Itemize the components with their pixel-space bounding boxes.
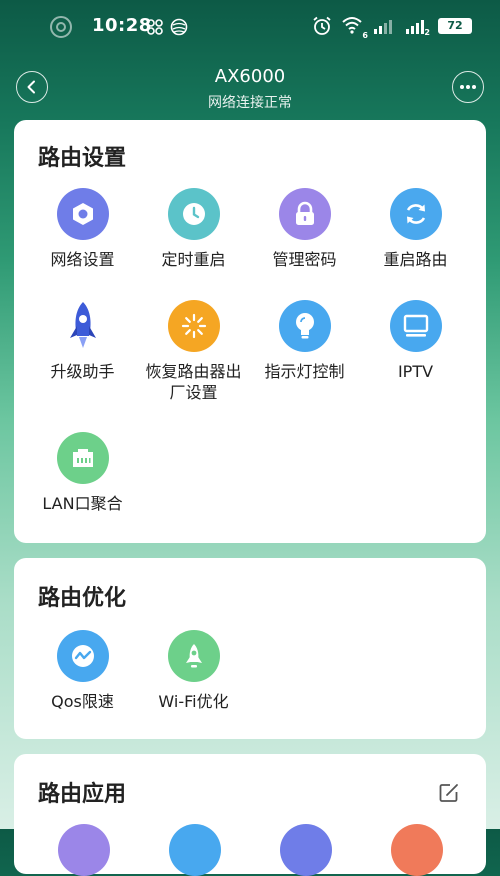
tile-label: 升级助手 [50, 362, 115, 381]
factory-reset-tile[interactable]: 恢复路由器出厂设置 [138, 300, 249, 403]
section-title: 路由设置 [38, 146, 127, 171]
speed-wave-icon [56, 630, 109, 682]
battery-indicator: 72 [438, 18, 472, 34]
more-dots-icon [460, 85, 476, 89]
carrier-globe-icon [170, 18, 188, 36]
indicator-light-tile[interactable]: 指示灯控制 [249, 300, 360, 382]
lock-icon [278, 188, 331, 240]
tile-label: 网络设置 [50, 250, 115, 269]
router-optimization-card: 路由优化 Qos限速 Wi-Fi优化 [14, 558, 486, 739]
app-icon-peek[interactable] [58, 824, 110, 876]
monitor-icon [389, 300, 442, 352]
page-title: AX6000 [214, 66, 286, 87]
bulb-icon [278, 300, 331, 352]
wifi-optimize-tile[interactable]: Wi-Fi优化 [138, 630, 249, 712]
router-settings-card: 路由设置 网络设置 定时重启 管理密码 重启路由 升级助手 恢复路由器出厂设置 … [14, 120, 486, 543]
app-icon-peek[interactable] [391, 824, 443, 876]
ethernet-port-icon [56, 432, 109, 484]
edit-icon[interactable] [438, 782, 460, 804]
tile-label: 指示灯控制 [264, 362, 345, 381]
tile-label: 重启路由 [383, 250, 448, 269]
router-apps-card: 路由应用 [14, 754, 486, 876]
sim2-badge: 2 [424, 28, 430, 37]
tile-label: IPTV [397, 362, 434, 381]
status-icons: 6 2 72 [312, 16, 472, 40]
rocket-icon [57, 300, 109, 352]
tile-label: Wi-Fi优化 [158, 692, 229, 711]
tile-label: 管理密码 [272, 250, 337, 269]
clock-icon [167, 188, 220, 240]
admin-password-tile[interactable]: 管理密码 [249, 188, 360, 270]
header-bar: AX6000 网络连接正常 [0, 56, 500, 120]
alarm-icon [313, 16, 331, 35]
wifi-badge: 6 [362, 31, 368, 40]
reboot-router-tile[interactable]: 重启路由 [360, 188, 471, 270]
status-time: 10:28 [92, 15, 152, 36]
connection-status: 网络连接正常 [208, 95, 292, 111]
hexagon-settings-icon [56, 188, 109, 240]
section-title: 路由优化 [38, 586, 127, 611]
tile-label: 定时重启 [161, 250, 226, 269]
app-icon-peek[interactable] [280, 824, 332, 876]
upgrade-assistant-tile[interactable]: 升级助手 [27, 300, 138, 382]
refresh-icon [389, 188, 442, 240]
signal-sim1-icon [374, 20, 392, 34]
iptv-tile[interactable]: IPTV [360, 300, 471, 382]
wifi-icon: 6 [342, 16, 368, 40]
tile-label: 恢复路由器出厂设置 [145, 362, 242, 402]
qos-tile[interactable]: Qos限速 [27, 630, 138, 712]
app-ring-icon [50, 16, 72, 38]
lan-aggregation-tile[interactable]: LAN口聚合 [27, 432, 138, 514]
more-button[interactable] [452, 71, 484, 103]
status-bar: 10:28 6 2 72 [0, 0, 500, 56]
carrier-icon [147, 19, 163, 35]
tile-label: Qos限速 [51, 692, 114, 711]
rocket-outline-icon [167, 630, 220, 682]
section-title: 路由应用 [38, 782, 127, 807]
spinner-icon [167, 300, 220, 352]
app-icon-peek[interactable] [169, 824, 221, 876]
scheduled-reboot-tile[interactable]: 定时重启 [138, 188, 249, 270]
tile-label: LAN口聚合 [42, 494, 123, 513]
network-settings-tile[interactable]: 网络设置 [27, 188, 138, 270]
signal-sim2-icon: 2 [406, 18, 430, 37]
